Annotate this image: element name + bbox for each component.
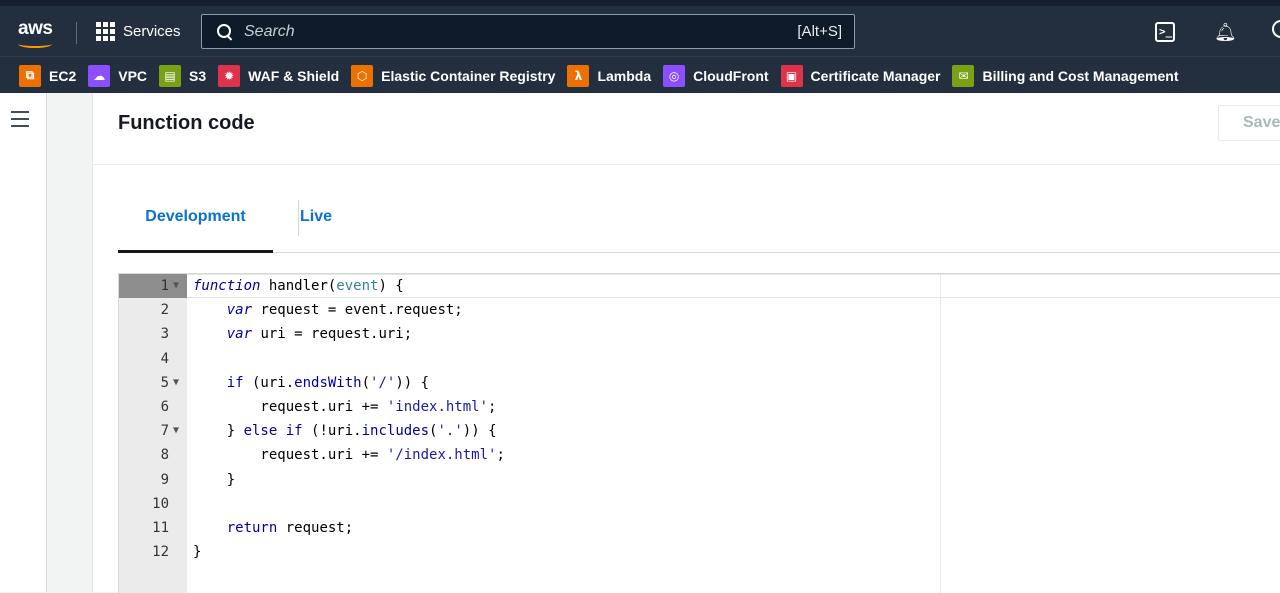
favorite-label: WAF & Shield bbox=[248, 67, 340, 84]
favorite-label: S3 bbox=[189, 67, 207, 84]
top-navigation: aws Services Search [Alt+S] >_ 🔔︎ bbox=[0, 0, 1280, 56]
aws-logo[interactable]: aws bbox=[18, 18, 53, 40]
code-line: if (uri.endsWith('/')) { bbox=[226, 374, 430, 391]
tab-development[interactable]: Development bbox=[118, 198, 273, 253]
line-number: 6 bbox=[160, 399, 169, 415]
billing-icon: ✉ bbox=[952, 64, 975, 87]
favorite-label: EC2 bbox=[49, 67, 77, 84]
code-line: var uri = request.uri; bbox=[226, 326, 413, 343]
favorite-cloudfront[interactable]: ◎ CloudFront bbox=[663, 64, 769, 87]
favorite-label: Certificate Manager bbox=[810, 67, 941, 84]
search-shortcut: [Alt+S] bbox=[797, 23, 842, 40]
nav-separator bbox=[76, 22, 77, 44]
fold-toggle-icon[interactable]: ▼ bbox=[173, 419, 185, 443]
code-line: } else if (!uri.includes('.')) { bbox=[193, 423, 497, 440]
search-icon bbox=[216, 23, 234, 41]
line-number: 1 bbox=[160, 278, 169, 294]
favorite-label: Billing and Cost Management bbox=[982, 67, 1179, 84]
bell-icon[interactable]: 🔔︎ bbox=[1214, 22, 1237, 43]
s3-icon: ▤ bbox=[159, 64, 182, 87]
function-code-header: Function code Save bbox=[93, 93, 1280, 165]
line-number: 11 bbox=[152, 520, 169, 536]
line-number: 12 bbox=[152, 544, 169, 561]
favorite-waf[interactable]: ✹ WAF & Shield bbox=[218, 64, 340, 87]
line-number: 7 bbox=[160, 423, 169, 440]
aws-logo-smile bbox=[18, 40, 52, 48]
favorites-bar: ⧉ EC2 ☁ VPC ▤ S3 ✹ WAF & Shield ⬡ Elastic Contain… bbox=[0, 56, 1280, 94]
waf-icon: ✹ bbox=[218, 64, 241, 87]
ecr-icon: ⬡ bbox=[351, 64, 374, 87]
tab-divider bbox=[298, 200, 299, 236]
stage-tabs: Development Live bbox=[118, 198, 1280, 253]
content-gutter bbox=[47, 93, 93, 592]
line-number: 9 bbox=[160, 471, 169, 488]
fold-toggle-icon[interactable]: ▼ bbox=[173, 371, 185, 395]
certificate-icon: ▣ bbox=[780, 64, 803, 87]
tab-live[interactable]: Live bbox=[300, 198, 332, 250]
fold-toggle-icon[interactable]: ▼ bbox=[173, 274, 185, 298]
favorite-lambda[interactable]: λ Lambda bbox=[567, 64, 652, 87]
main-content: Function code Save Development Live 1 ▼ fu… bbox=[93, 93, 1280, 593]
code-line: function handler(event) { bbox=[193, 278, 404, 294]
favorite-ecr[interactable]: ⬡ Elastic Container Registry bbox=[351, 64, 556, 87]
save-button[interactable]: Save bbox=[1218, 105, 1280, 141]
favorite-label: Lambda bbox=[597, 67, 652, 84]
code-line: return request; bbox=[226, 520, 354, 536]
search-input[interactable]: Search [Alt+S] bbox=[201, 14, 855, 49]
vpc-icon: ☁ bbox=[88, 64, 111, 87]
code-line: var request = event.request; bbox=[226, 302, 463, 319]
menu-icon[interactable] bbox=[11, 111, 29, 132]
code-line: } bbox=[193, 471, 236, 488]
favorite-certificate[interactable]: ▣ Certificate Manager bbox=[780, 64, 941, 87]
grid-icon bbox=[96, 22, 115, 41]
lambda-icon: λ bbox=[567, 64, 590, 87]
code-editor[interactable]: 1 ▼ function handler(event) {2 var request… bbox=[118, 273, 1280, 593]
favorite-label: Elastic Container Registry bbox=[381, 67, 556, 84]
favorite-label: VPC bbox=[118, 67, 148, 84]
line-number: 10 bbox=[152, 495, 169, 512]
print-margin bbox=[940, 274, 941, 593]
line-number: 3 bbox=[160, 326, 169, 343]
services-menu-button[interactable]: Services bbox=[96, 22, 181, 41]
code-line: request.uri += '/index.html'; bbox=[193, 447, 505, 464]
services-label: Services bbox=[123, 23, 181, 40]
line-number: 2 bbox=[160, 302, 169, 319]
search-placeholder: Search bbox=[244, 22, 295, 40]
line-number: 8 bbox=[160, 447, 169, 464]
side-navigation bbox=[0, 93, 47, 592]
favorite-vpc[interactable]: ☁ VPC bbox=[88, 64, 148, 87]
help-icon[interactable] bbox=[1272, 20, 1280, 38]
cloudshell-icon[interactable]: >_ bbox=[1155, 22, 1175, 42]
ec2-icon: ⧉ bbox=[19, 64, 41, 87]
favorite-s3[interactable]: ▤ S3 bbox=[159, 64, 207, 87]
page-title: Function code bbox=[118, 112, 255, 134]
code-line: request.uri += 'index.html'; bbox=[193, 399, 497, 415]
code-line: } bbox=[193, 544, 202, 561]
line-number: 4 bbox=[160, 350, 169, 367]
cloudfront-icon: ◎ bbox=[663, 64, 686, 87]
favorite-label: CloudFront bbox=[693, 67, 769, 84]
favorite-ec2[interactable]: ⧉ EC2 bbox=[19, 64, 77, 87]
top-strip bbox=[0, 0, 1280, 6]
line-number: 5 bbox=[160, 374, 169, 391]
favorite-billing[interactable]: ✉ Billing and Cost Management bbox=[952, 64, 1179, 87]
